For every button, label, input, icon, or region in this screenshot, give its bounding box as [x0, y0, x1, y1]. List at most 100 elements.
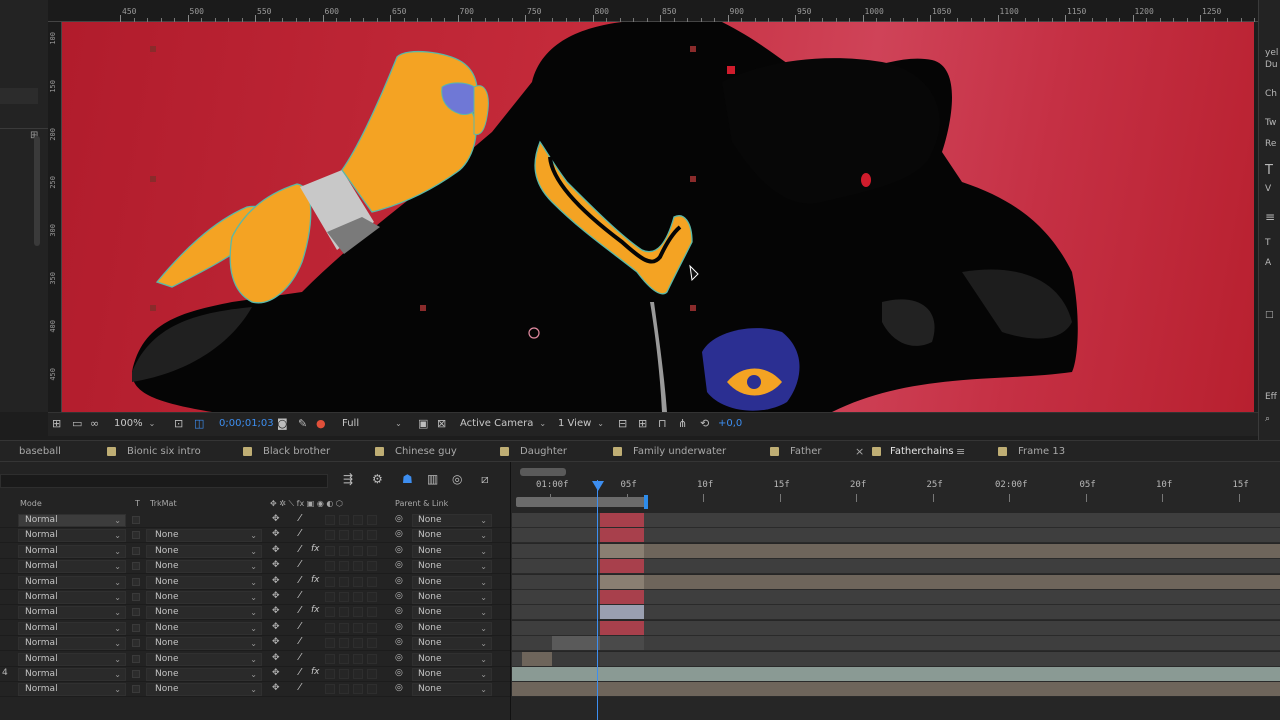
view-layout-dropdown[interactable]: 1 View ⌄ — [558, 418, 604, 429]
layer-switch-box[interactable] — [325, 530, 335, 541]
shy-layers-icon[interactable]: ☗ — [402, 472, 413, 486]
parent-dropdown[interactable]: None ⌄ — [412, 514, 492, 527]
preserve-transparency-checkbox[interactable] — [132, 577, 140, 586]
pick-whip-icon[interactable]: ◎ — [395, 606, 403, 616]
layer-switch-box[interactable] — [367, 530, 377, 541]
preserve-transparency-checkbox[interactable] — [132, 623, 140, 632]
blend-mode-dropdown[interactable]: Normal ⌄ — [18, 621, 126, 635]
layer-duration-bar[interactable] — [600, 620, 644, 635]
layer-row[interactable]: Normal ⌄ None ⌄ ✥ ⁄ fx ◎ None ⌄ — [0, 605, 510, 621]
layer-duration-bar[interactable] — [644, 574, 1280, 589]
layer-switch-box[interactable] — [325, 638, 335, 649]
layer-duration-bar[interactable] — [600, 543, 644, 558]
parent-dropdown[interactable]: None ⌄ — [412, 621, 492, 635]
layer-switch-box[interactable] — [339, 561, 349, 572]
track-matte-dropdown[interactable]: None ⌄ — [146, 637, 262, 651]
blend-mode-dropdown[interactable]: Normal ⌄ — [18, 637, 126, 651]
layer-track[interactable] — [512, 559, 1280, 575]
camera-dropdown[interactable]: Active Camera ⌄ — [460, 418, 546, 429]
effects-switch-icon[interactable]: fx — [311, 605, 320, 615]
tab-daughter[interactable]: Daughter — [520, 446, 567, 457]
layer-switch-box[interactable] — [325, 622, 335, 633]
transparency-grid-icon[interactable]: ⊠ — [437, 417, 446, 430]
pick-whip-icon[interactable]: ◎ — [395, 683, 403, 693]
track-matte-dropdown[interactable]: None ⌄ — [146, 575, 262, 589]
quality-switch-icon[interactable]: ⁄ — [299, 667, 301, 678]
font-size-icon[interactable]: T — [1265, 163, 1273, 178]
blend-mode-dropdown[interactable]: Normal ⌄ — [18, 575, 126, 589]
exposure-value[interactable]: +0,0 — [718, 418, 742, 429]
layer-switch-box[interactable] — [325, 669, 335, 679]
layer-switch-box[interactable] — [339, 530, 349, 541]
layer-track[interactable] — [512, 543, 1280, 559]
tab-frame-13[interactable]: Frame 13 — [1018, 446, 1065, 457]
preserve-transparency-checkbox[interactable] — [132, 531, 140, 540]
layer-switch-box[interactable] — [339, 653, 349, 664]
pick-whip-icon[interactable]: ◎ — [395, 653, 403, 663]
paragraph-icon[interactable]: ≡ — [1265, 210, 1275, 224]
layer-switch-box[interactable] — [353, 622, 363, 633]
layer-track[interactable] — [512, 513, 1280, 528]
parent-dropdown[interactable]: None ⌄ — [412, 606, 492, 620]
frame-blending-icon[interactable]: ▥ — [427, 472, 438, 486]
track-matte-dropdown[interactable]: None ⌄ — [146, 668, 262, 681]
track-matte-dropdown[interactable]: None ⌄ — [146, 544, 262, 558]
parent-dropdown[interactable]: None ⌄ — [412, 575, 492, 589]
layer-track[interactable] — [512, 667, 1280, 682]
layer-row[interactable]: Normal ⌄ None ⌄ ✥ ⁄ ◎ None ⌄ — [0, 528, 510, 544]
layer-row[interactable]: Normal ⌄ None ⌄ ✥ ⁄ ◎ None ⌄ — [0, 559, 510, 575]
flowchart-icon[interactable]: ⋔ — [678, 417, 687, 430]
layer-switch-box[interactable] — [325, 576, 335, 587]
pick-whip-icon[interactable]: ◎ — [395, 529, 403, 539]
blend-mode-dropdown[interactable]: Normal ⌄ — [18, 606, 126, 620]
layer-duration-bar[interactable] — [512, 682, 1280, 697]
layer-switch-box[interactable] — [325, 561, 335, 572]
resolution-dropdown[interactable]: Full ⌄ — [342, 418, 402, 429]
preserve-transparency-checkbox[interactable] — [132, 608, 140, 617]
pick-whip-icon[interactable]: ◎ — [395, 622, 403, 632]
layer-switch-box[interactable] — [367, 638, 377, 649]
quality-switch-icon[interactable]: ⁄ — [299, 513, 301, 524]
toggle-pixel-icon[interactable]: ⊟ — [618, 417, 627, 430]
quality-switch-icon[interactable]: ⁄ — [299, 682, 301, 693]
quality-switch-icon[interactable]: ⁄ — [299, 544, 301, 555]
reset-exposure-icon[interactable]: ⟲ — [700, 417, 709, 430]
tab-chinese-guy[interactable]: Chinese guy — [395, 446, 457, 457]
comp-flowchart-icon[interactable]: ⇶ — [343, 472, 353, 486]
blend-mode-dropdown[interactable]: Normal ⌄ — [18, 668, 126, 681]
layer-row[interactable]: Normal ⌄ None ⌄ ✥ ⁄ fx ◎ None ⌄ — [0, 575, 510, 590]
preserve-transparency-checkbox[interactable] — [132, 670, 140, 678]
track-matte-dropdown[interactable]: None ⌄ — [146, 606, 262, 620]
layer-switch-box[interactable] — [339, 669, 349, 679]
layer-duration-bar[interactable] — [600, 559, 644, 574]
shy-switch-icon[interactable]: ✥ — [272, 637, 280, 647]
baseline-icon[interactable]: A — [1265, 258, 1271, 268]
preserve-transparency-checkbox[interactable] — [132, 685, 140, 694]
layer-switch-box[interactable] — [339, 638, 349, 649]
parent-dropdown[interactable]: None ⌄ — [412, 529, 492, 543]
quality-switch-icon[interactable]: ⁄ — [299, 621, 301, 632]
blend-mode-dropdown[interactable]: Normal ⌄ — [18, 591, 126, 604]
blend-mode-dropdown[interactable]: Normal ⌄ — [18, 514, 126, 527]
shy-switch-icon[interactable]: ✥ — [272, 683, 280, 693]
layer-track[interactable] — [512, 605, 1280, 621]
layer-switch-box[interactable] — [367, 622, 377, 633]
effects-switch-icon[interactable]: fx — [311, 667, 320, 677]
safe-zones-icon[interactable]: ⊡ — [174, 417, 183, 430]
layer-switch-box[interactable] — [353, 607, 363, 618]
layer-row[interactable]: Normal ⌄ None ⌄ ✥ ⁄ ◎ None ⌄ — [0, 621, 510, 636]
layer-switch-box[interactable] — [325, 592, 335, 602]
layer-duration-bar[interactable] — [600, 574, 644, 589]
shy-switch-icon[interactable]: ✥ — [272, 591, 280, 601]
parent-dropdown[interactable]: None ⌄ — [412, 668, 492, 681]
draft-3d-icon[interactable]: ⚙ — [372, 472, 383, 486]
layer-switch-box[interactable] — [353, 576, 363, 587]
shy-switch-icon[interactable]: ✥ — [272, 545, 280, 555]
quality-switch-icon[interactable]: ⁄ — [299, 605, 301, 616]
layer-duration-bar[interactable] — [600, 605, 644, 620]
search-input[interactable] — [0, 474, 328, 488]
preserve-transparency-checkbox[interactable] — [132, 654, 140, 663]
graph-editor-icon[interactable]: ⧄ — [481, 472, 489, 487]
quality-switch-icon[interactable]: ⁄ — [299, 575, 301, 586]
track-matte-dropdown[interactable]: None ⌄ — [146, 529, 262, 543]
